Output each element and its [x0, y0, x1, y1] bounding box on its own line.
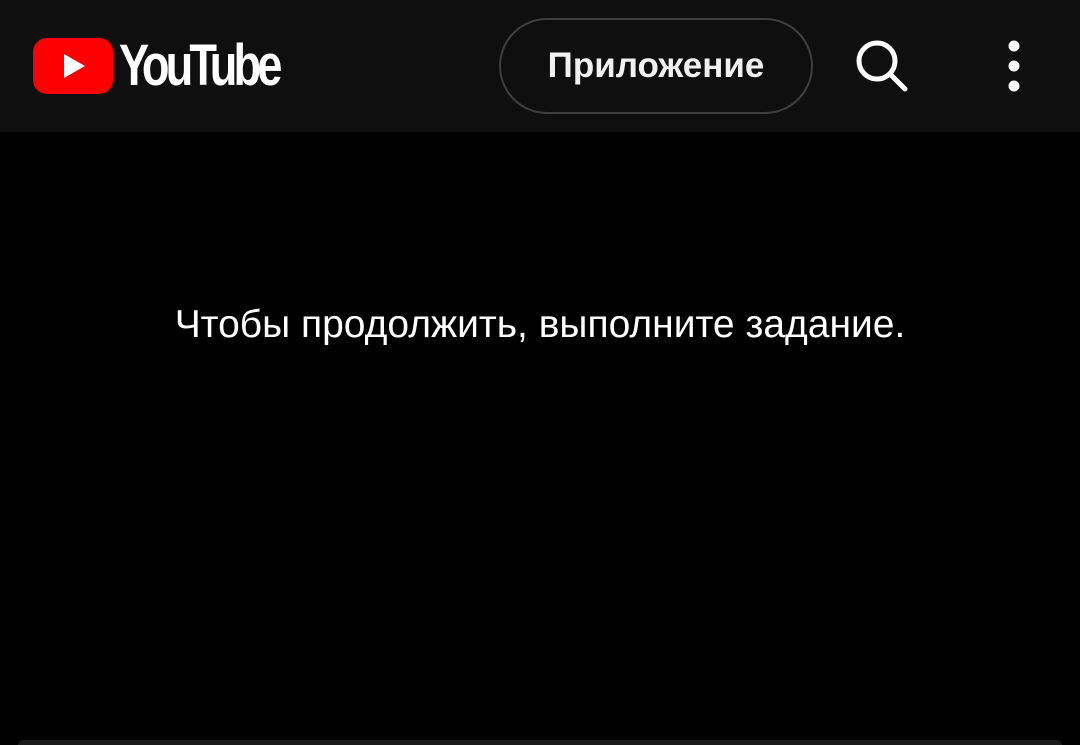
challenge-message: Чтобы продолжить, выполните задание. [174, 303, 906, 346]
open-app-button[interactable]: Приложение [499, 18, 813, 114]
top-app-bar: YouTube Приложение [0, 0, 1080, 132]
youtube-mobile-page: YouTube Приложение Чтобы продолжить, вып… [0, 0, 1080, 745]
youtube-logo-icon [33, 38, 113, 94]
bottom-sheet-edge [18, 740, 1062, 745]
more-vertical-icon [1008, 40, 1020, 92]
youtube-logo-text: YouTube [119, 33, 282, 98]
youtube-home-link[interactable]: YouTube [33, 33, 323, 98]
search-icon [856, 40, 908, 92]
challenge-content: Чтобы продолжить, выполните задание. [0, 132, 1080, 745]
more-options-button[interactable] [974, 26, 1054, 106]
search-button[interactable] [842, 26, 922, 106]
